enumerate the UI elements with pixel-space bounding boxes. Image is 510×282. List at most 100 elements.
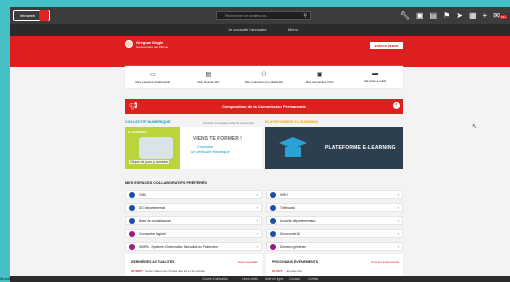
- tile-label: Mes espaces collaboratifs: [135, 79, 171, 84]
- logo-text: Intraweb: [19, 13, 36, 18]
- list-item[interactable]: Direction générale ›: [266, 242, 403, 251]
- tile-label: Mes demandes CSG: [305, 79, 334, 84]
- location-icon[interactable]: ⚑: [443, 11, 450, 20]
- tile-boite-outils[interactable]: ▬ Ma boîte à outils: [347, 66, 403, 88]
- menu-main[interactable]: Menu: [288, 27, 298, 32]
- list-item[interactable]: Conception logiciel ›: [125, 229, 262, 238]
- send-icon[interactable]: ➤: [456, 11, 463, 20]
- tile-espaces[interactable]: ▭ Mes espaces collaboratifs: [125, 66, 181, 88]
- list-item-label: 2050: [139, 192, 147, 197]
- chevron-right-icon: ›: [397, 244, 399, 249]
- promo-card[interactable]: VIENS TE FORMER ! Conduire un véhicule é…: [125, 127, 262, 169]
- elearning-card[interactable]: PLATEFORME E-LEARNING: [265, 127, 403, 169]
- space-icon: [270, 243, 276, 250]
- elearning-title: PLATEFORMES E-LEARNING: [265, 120, 319, 124]
- search-input[interactable]: Rechercher un contenu du... ⚲: [216, 11, 311, 20]
- collectif-link[interactable]: Accéder à l'espace collectif numérique: [203, 121, 254, 125]
- list-item-label: Direction générale: [280, 244, 306, 249]
- chevron-right-icon: ›: [256, 231, 258, 236]
- wrench-icon[interactable]: 🔧︎: [400, 11, 410, 20]
- footer-link-credits[interactable]: Crédits: [308, 277, 318, 281]
- spaces-list-left: 2050 › DG départemental › Base de connaiss…: [125, 190, 262, 251]
- space-icon: [129, 230, 135, 237]
- list-item-label: SIMPA - Système d'Information Mutualisé …: [139, 244, 219, 249]
- spaces-title: MES ESPACES COLLABORATIFS PRÉFÉRÉS: [125, 181, 207, 185]
- space-icon: [270, 204, 276, 211]
- grid-icon[interactable]: ▦: [469, 11, 477, 20]
- tile-entretiens[interactable]: ⚇ Mes entretiens pro (EIA)LEA: [236, 66, 292, 88]
- spaces-list-right: SIRH › Télétravail › Accueils départementa…: [266, 190, 403, 251]
- request-icon: ▣: [316, 71, 323, 78]
- list-item[interactable]: 2050 ›: [125, 190, 262, 199]
- space-icon: [270, 191, 276, 198]
- footer-link-contact[interactable]: Contact: [289, 277, 300, 281]
- list-item[interactable]: DG départemental ›: [125, 203, 262, 212]
- menu-directory[interactable]: Je consulte l'annuaire: [228, 27, 267, 32]
- footer-link-aide[interactable]: Aide en ligne: [265, 277, 283, 281]
- chevron-right-icon: ›: [397, 192, 399, 197]
- news-see-all-link[interactable]: Toute l'actualité: [237, 260, 258, 264]
- chevron-right-icon: ›: [397, 218, 399, 223]
- promo-badge: E-LEARNING: [128, 130, 147, 134]
- avatar[interactable]: [125, 40, 133, 48]
- space-icon: [129, 243, 135, 250]
- events-see-all-link[interactable]: Tous les événements: [371, 260, 399, 264]
- chevron-right-icon: ›: [256, 218, 258, 223]
- search-placeholder: Rechercher un contenu du...: [225, 13, 270, 18]
- header-band: Gregow Gogle Gestionnaire par Pliume ESP…: [10, 36, 510, 67]
- news-date: 30 SEPT: [131, 269, 144, 273]
- space-icon: [129, 204, 135, 211]
- space-icon: [129, 217, 135, 224]
- chevron-right-icon: ›: [397, 205, 399, 210]
- close-icon[interactable]: ×: [393, 102, 400, 109]
- mail-icon[interactable]: ✉99+: [493, 11, 507, 20]
- news-title: DERNIÈRES ACTUALITÉS: [131, 260, 175, 264]
- event-item[interactable]: Journée Ple: [286, 269, 302, 273]
- lock-icon[interactable]: ▣: [416, 11, 424, 20]
- collectif-title: COLLECTIF NUMÉRIQUE: [125, 120, 171, 124]
- taskbar-label: Mozilla: [0, 276, 13, 281]
- tile-label: Mes entretiens pro (EIA)LEA: [244, 79, 284, 84]
- banner-text: Composition de la Commission Permanente: [222, 104, 306, 109]
- news-item[interactable]: Sortie Nature de l'Amitié des 10 et 11 o…: [145, 269, 205, 273]
- tile-demandes[interactable]: ▣ Mes demandes CSG: [292, 66, 348, 88]
- top-icons: 🔧︎ ▣ ▤ ⚑ ➤ ▦ + ✉99+: [400, 10, 507, 21]
- list-item-label: Accueils départementaux: [280, 218, 316, 223]
- quick-tiles: ▭ Mes espaces collaboratifs ▤ Mon Dossier …: [125, 66, 403, 88]
- chevron-right-icon: ›: [397, 231, 399, 236]
- list-item-label: Déconomie18: [280, 231, 300, 236]
- list-item[interactable]: Télétravail ›: [266, 203, 403, 212]
- space-icon: [129, 191, 135, 198]
- list-item[interactable]: Déconomie18 ›: [266, 229, 403, 238]
- space-icon: [270, 230, 276, 237]
- list-item-label: DG départemental: [139, 205, 166, 210]
- folder-icon: ▤: [205, 71, 212, 78]
- space-icon: [270, 217, 276, 224]
- list-item-label: Base de connaissance: [139, 218, 172, 223]
- list-item-label: Télétravail: [280, 205, 295, 210]
- car-image: [139, 137, 173, 159]
- toolbox-icon: ▬: [372, 71, 379, 77]
- announcement-banner[interactable]: 📢︎ Composition de la Commission Permanen…: [125, 99, 403, 114]
- logo-mark-icon: [39, 10, 49, 21]
- tile-label: Mon Dossier RH: [197, 79, 220, 84]
- list-item[interactable]: Base de connaissance ›: [125, 216, 262, 225]
- elearning-image-text: PLATEFORME E-LEARNING: [325, 145, 396, 151]
- list-item[interactable]: Accueils départementaux ›: [266, 216, 403, 225]
- plus-icon[interactable]: +: [483, 11, 488, 20]
- footer: Charte d'utilisation Liens utiles Aide e…: [10, 276, 510, 282]
- mouse-cursor-icon: ↖: [472, 124, 478, 130]
- events-title: PROCHAINS ÉVÉNEMENTS: [272, 260, 319, 264]
- list-item-label: Conception logiciel: [139, 231, 166, 236]
- list-item[interactable]: SIRH ›: [266, 190, 403, 199]
- users-icon: ⚇: [261, 71, 267, 78]
- footer-link-charte[interactable]: Charte d'utilisation: [202, 277, 228, 281]
- footer-link-liens[interactable]: Liens utiles: [242, 277, 258, 281]
- list-item[interactable]: SIMPA - Système d'Information Mutualisé …: [125, 242, 262, 251]
- event-date: 01 OCT: [272, 269, 283, 273]
- tile-dossier-rh[interactable]: ▤ Mon Dossier RH: [181, 66, 237, 88]
- espace-perso-button[interactable]: ESPACE PERSO: [370, 42, 403, 49]
- search-icon[interactable]: ⚲: [303, 13, 307, 19]
- save-icon[interactable]: ▤: [430, 11, 438, 20]
- top-bar: Intraweb Rechercher un contenu du... ⚲ 🔧…: [10, 7, 510, 24]
